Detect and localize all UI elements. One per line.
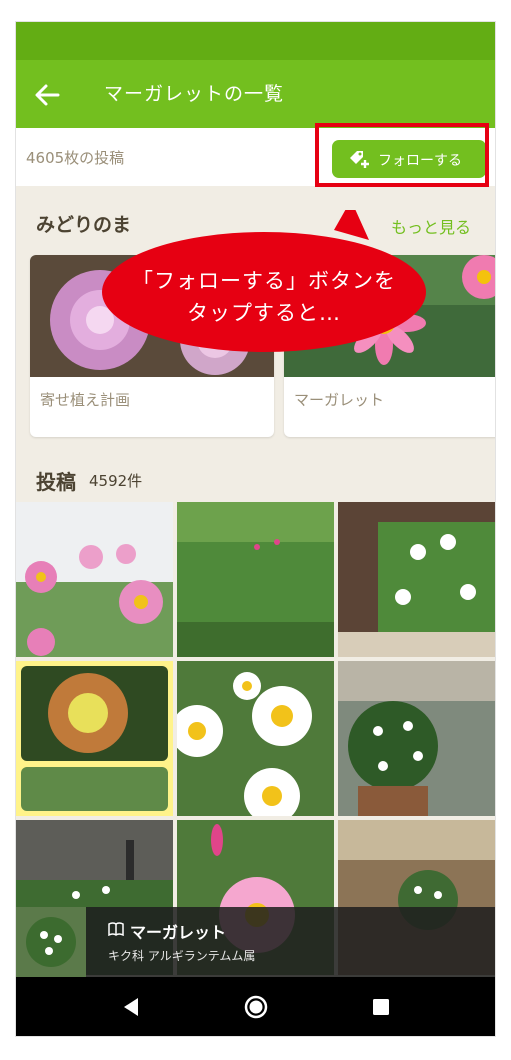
post-thumbnail[interactable] — [177, 661, 334, 816]
page-title: マーガレットの一覧 — [104, 83, 285, 105]
post-thumbnail[interactable] — [338, 661, 495, 816]
triangle-back-icon[interactable] — [116, 992, 146, 1022]
status-bar — [16, 22, 495, 60]
plant-family: キク科 アルギランテムム属 — [108, 949, 256, 963]
phone-screen: マーガレットの一覧 4605枚の投稿 フォローする みどりのま もっと見る 寄せ… — [16, 22, 495, 1036]
book-icon — [108, 922, 124, 936]
card-label: マーガレット — [294, 391, 385, 409]
card-label: 寄せ植え計画 — [40, 391, 131, 409]
plant-info-bar[interactable]: マーガレット キク科 アルギランテムム属 — [16, 907, 495, 977]
post-thumbnail[interactable] — [16, 661, 173, 816]
posts-heading: 投稿 — [36, 470, 76, 494]
app-bar: マーガレットの一覧 — [16, 60, 495, 128]
android-nav-bar — [16, 977, 495, 1036]
circle-home-icon[interactable] — [241, 992, 271, 1022]
post-thumbnail[interactable] — [16, 502, 173, 657]
posts-count: 4592件 — [89, 472, 143, 490]
post-count: 4605枚の投稿 — [26, 149, 125, 167]
post-thumbnail[interactable] — [177, 502, 334, 657]
instruction-callout-text: 「フォローする」ボタンを タップすると… — [109, 265, 419, 329]
follow-button-highlight — [315, 123, 489, 187]
callout-line-1: 「フォローする」ボタンを — [132, 269, 396, 293]
callout-line-2: タップすると… — [187, 301, 341, 325]
square-recent-icon[interactable] — [366, 992, 396, 1022]
plant-name: マーガレット — [130, 923, 227, 942]
post-thumbnail[interactable] — [338, 502, 495, 657]
back-arrow-icon[interactable] — [32, 80, 62, 110]
plant-thumbnail — [16, 907, 86, 977]
